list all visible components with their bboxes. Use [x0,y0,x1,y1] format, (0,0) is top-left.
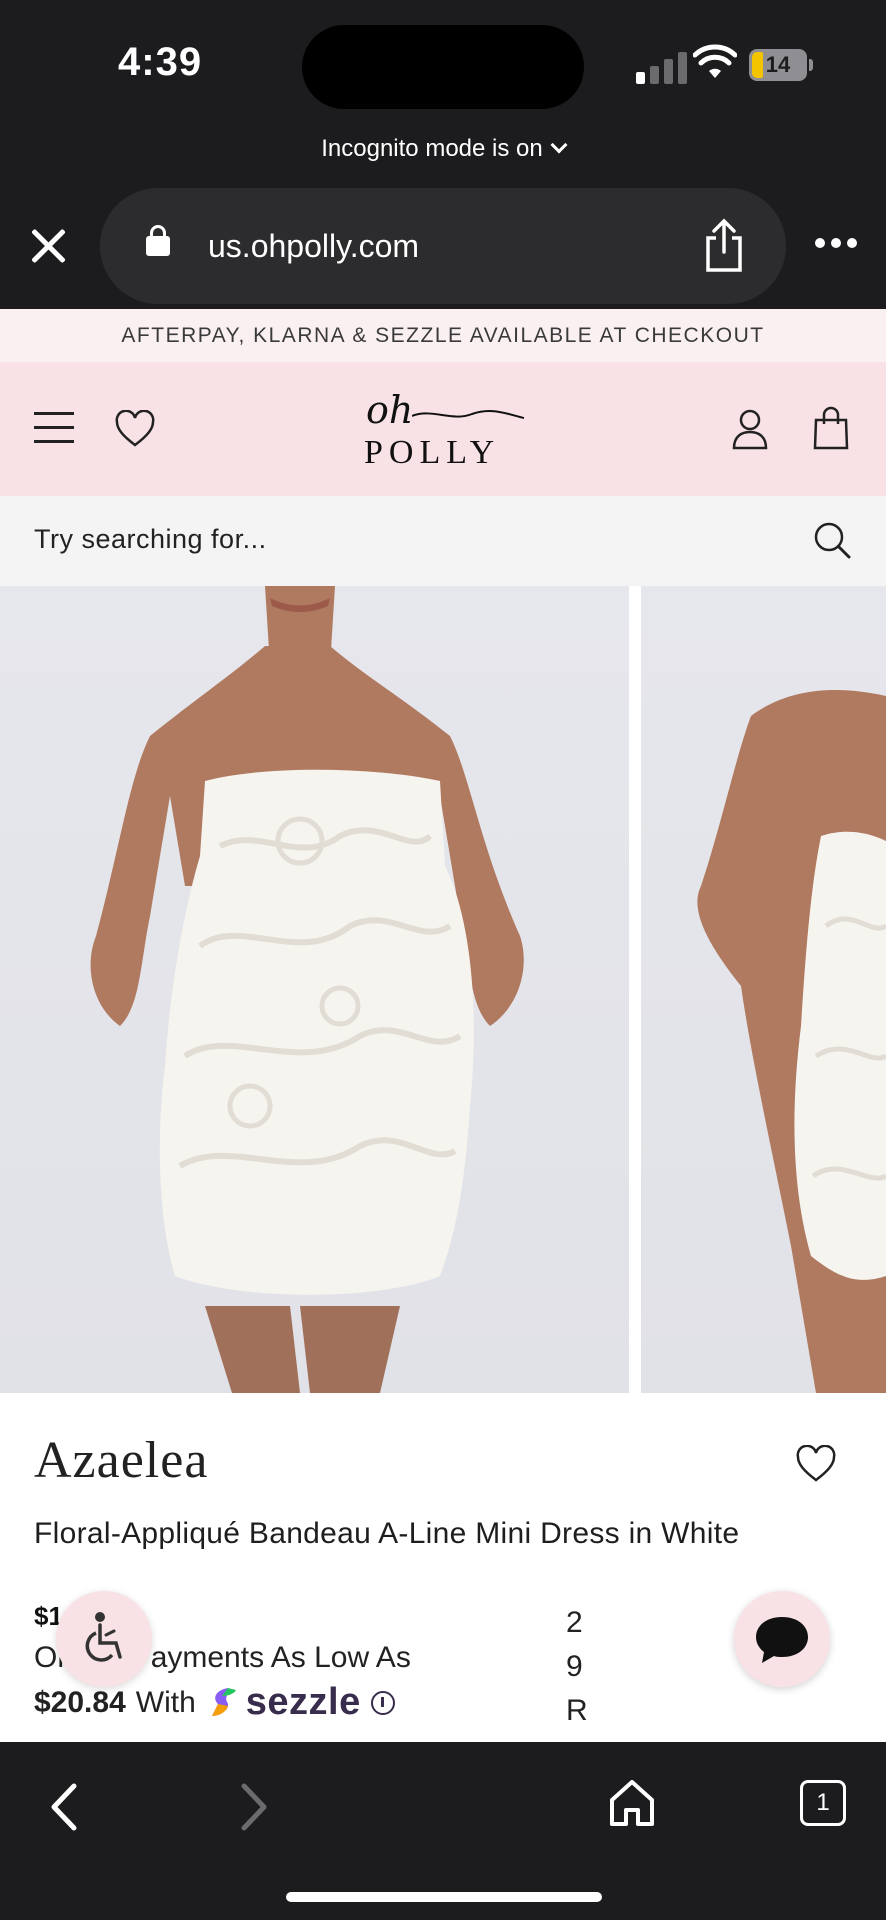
shopping-bag-icon[interactable] [812,406,850,450]
product-image-front[interactable] [0,586,629,1393]
partial-text-column: 2 9 R [566,1601,588,1733]
battery-icon: 14 [749,49,807,81]
chat-button[interactable] [734,1591,830,1687]
cellular-signal-icon [636,48,688,84]
dynamic-island [302,25,584,109]
address-bar[interactable]: us.ohpolly.com [100,188,786,304]
chevron-right-icon[interactable] [232,1782,272,1832]
site-logo[interactable]: oh POLLY [360,388,526,472]
sezzle-offer[interactable]: $20.84 With sezzle [34,1681,395,1724]
product-image-side[interactable] [641,586,886,1393]
search-bar[interactable]: Try searching for... [0,496,886,586]
more-icon[interactable] [815,238,857,250]
sezzle-wordmark: sezzle [245,1681,361,1723]
incognito-label: Incognito mode is on [321,135,543,162]
chevron-left-icon[interactable] [46,1782,86,1832]
battery-percent: 14 [765,52,791,77]
hamburger-icon[interactable] [34,412,74,444]
home-icon[interactable] [608,1778,656,1828]
browser-bottom-bar: 1 [0,1742,886,1920]
battery-tip [809,59,813,71]
payments-with: With [135,1685,196,1719]
status-time: 4:39 [118,40,203,84]
share-icon[interactable] [700,218,748,274]
partial-char: 9 [566,1650,583,1683]
product-description: Floral-Appliqué Bandeau A-Line Mini Dres… [34,1517,740,1550]
tab-switcher-button[interactable]: 1 [800,1780,846,1826]
wifi-icon [693,44,737,78]
logo-script: oh [366,388,414,432]
lock-icon [146,225,170,256]
partial-char: 2 [566,1606,583,1639]
accessibility-button[interactable] [56,1591,152,1687]
logo-wordmark: POLLY [364,434,501,471]
info-icon[interactable] [370,1690,395,1715]
account-icon[interactable] [730,408,770,450]
sezzle-logo-icon [211,1687,236,1716]
status-bar: 4:39 14 [0,0,886,125]
search-icon[interactable] [812,520,852,560]
chat-icon [756,1617,808,1663]
promo-banner[interactable]: AFTERPAY, KLARNA & SEZZLE AVAILABLE AT C… [0,309,886,362]
product-title: Azaelea [34,1432,209,1489]
accessibility-icon [85,1612,122,1662]
url-text: us.ohpolly.com [208,228,420,264]
browser-toolbar: us.ohpolly.com [0,186,886,306]
web-page: AFTERPAY, KLARNA & SEZZLE AVAILABLE AT C… [0,309,886,1742]
logo-swash [412,410,524,419]
product-gallery[interactable] [0,586,886,1393]
chevron-down-icon [550,136,568,154]
close-icon[interactable] [28,226,68,266]
partial-char: R [566,1694,588,1727]
heart-icon[interactable] [796,1445,836,1483]
site-header: oh POLLY [0,362,886,496]
heart-icon[interactable] [114,410,156,448]
home-indicator[interactable] [286,1892,602,1902]
installment-amount: $20.84 [34,1685,126,1719]
search-input[interactable]: Try searching for... [34,524,267,555]
incognito-indicator[interactable]: Incognito mode is on [0,135,886,163]
